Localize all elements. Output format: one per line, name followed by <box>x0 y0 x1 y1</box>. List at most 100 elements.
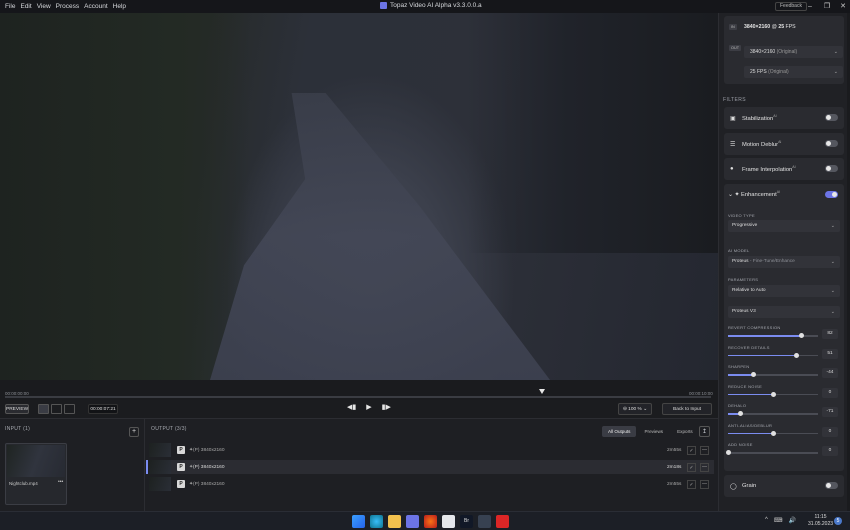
frame-interpolation-toggle[interactable] <box>825 165 838 172</box>
slider-knob[interactable] <box>770 391 776 397</box>
enhancement-toggle[interactable] <box>825 191 838 198</box>
more-icon[interactable]: — <box>700 479 709 489</box>
stabilization-icon: ▣ <box>730 115 736 122</box>
more-icon[interactable]: — <box>700 445 709 455</box>
split-view-icon[interactable] <box>51 404 62 414</box>
slider-value-field[interactable]: 0 <box>822 446 838 456</box>
video-preview[interactable] <box>0 13 718 380</box>
enhancement-header[interactable]: ⌄ ✦ EnhancementAI <box>728 190 780 198</box>
grain-toggle[interactable] <box>825 482 838 489</box>
file-menu-icon[interactable]: ••• <box>58 479 63 485</box>
filter-stabilization[interactable]: ▣ StabilizationAI <box>724 107 844 129</box>
close-icon[interactable]: ✕ <box>838 2 848 11</box>
slider-value-field[interactable]: 82 <box>822 329 838 339</box>
slider-value-field[interactable]: 0 <box>822 426 838 437</box>
document-icon[interactable] <box>442 515 455 528</box>
slider-value-field[interactable]: -71 <box>822 407 838 417</box>
filter-grain[interactable]: ◯ Grain <box>724 475 844 497</box>
output-row[interactable]: P ✦ (P) 3840x2160 2m55s ✓ — <box>149 477 714 491</box>
firefox-icon[interactable] <box>424 515 437 528</box>
menu-view[interactable]: View <box>37 3 51 10</box>
maximize-icon[interactable]: ❐ <box>822 2 832 11</box>
clock[interactable]: 11:15 31.05.2023 <box>808 514 833 528</box>
slider-track[interactable] <box>728 391 818 397</box>
keyboard-icon[interactable]: ⌨ <box>774 517 783 524</box>
slider-fill <box>728 432 773 434</box>
media-app-icon[interactable] <box>496 515 509 528</box>
preview-button[interactable]: PREVIEW <box>5 404 29 414</box>
filters-label: FILTERS <box>723 97 746 103</box>
chevron-down-icon[interactable]: ⌄ <box>728 192 733 198</box>
menu-edit[interactable]: Edit <box>20 3 31 10</box>
slider-track[interactable] <box>725 450 818 455</box>
timeline-track[interactable] <box>5 396 711 398</box>
more-icon[interactable]: — <box>700 462 709 472</box>
output-thumbnail <box>149 443 171 457</box>
edge-browser-icon[interactable] <box>370 515 383 528</box>
back-to-input-button[interactable]: Back to Input <box>662 403 712 415</box>
timeline[interactable]: 00:00:00:00 00:00:10:00 <box>0 380 718 400</box>
slider-knob[interactable] <box>725 450 731 455</box>
timecode-field[interactable]: 00:00:07:21 <box>88 404 118 414</box>
tab-previews[interactable]: Previews <box>638 426 669 437</box>
tray-overflow-icon[interactable]: ^ <box>765 517 768 524</box>
output-thumbnail <box>149 477 171 491</box>
output-resolution-select[interactable]: 3840×2160 (Original) ⌄ <box>744 46 843 58</box>
slider-track[interactable] <box>728 411 818 416</box>
tab-exports[interactable]: Exports <box>671 426 699 437</box>
parameters-mode-select[interactable]: Relative to Auto ⌄ <box>728 285 840 297</box>
slider-value-field[interactable]: 0 <box>822 387 838 398</box>
step-back-icon[interactable]: ◀▮ <box>347 403 356 411</box>
bridge-app-icon[interactable]: Br <box>460 515 473 528</box>
slider-track[interactable] <box>728 430 818 436</box>
slider-value-field[interactable]: 51 <box>822 348 838 359</box>
slider-fill <box>728 335 802 337</box>
slider-track[interactable] <box>728 372 818 377</box>
slider-track[interactable] <box>728 352 818 358</box>
output-row[interactable]: P ✦ (P) 3840x2160 2m18s ✓ — <box>146 460 714 474</box>
slider-value-field[interactable]: -44 <box>822 368 838 378</box>
ai-model-select[interactable]: Proteus - Fine-Tune/Enhance ⌄ <box>728 256 840 268</box>
check-icon[interactable]: ✓ <box>687 462 696 472</box>
menu-account[interactable]: Account <box>84 3 108 10</box>
feedback-button[interactable]: Feedback <box>775 2 807 11</box>
file-explorer-icon[interactable] <box>388 515 401 528</box>
export-icon[interactable]: ↥ <box>699 426 710 437</box>
input-file-card[interactable]: Nightclub.mp4 ••• <box>5 443 67 505</box>
volume-icon[interactable]: 🔊 <box>789 517 796 524</box>
output-fps-select[interactable]: 25 FPS (Original) ⌄ <box>744 66 843 78</box>
zoom-select[interactable]: ⊖ 100 % ⌄ <box>618 403 652 415</box>
video-type-select[interactable]: Progressive ⌄ <box>728 220 840 232</box>
menu-help[interactable]: Help <box>113 3 126 10</box>
output-row[interactable]: P ✦ (P) 3840x2160 2m55s ✓ — <box>149 443 714 457</box>
notification-badge[interactable]: 5 <box>834 517 842 525</box>
output-label: (P) 3840x2160 <box>193 447 225 453</box>
slider-track[interactable] <box>728 333 818 338</box>
parameters-version-select[interactable]: Proteus V3 ⌄ <box>728 306 840 318</box>
menu-file[interactable]: File <box>5 3 15 10</box>
playhead-icon[interactable] <box>538 389 545 394</box>
windows-start-icon[interactable] <box>352 515 365 528</box>
slider-knob[interactable] <box>799 333 805 338</box>
minimize-icon[interactable]: – <box>805 2 815 11</box>
play-icon[interactable]: ▶ <box>366 403 371 411</box>
single-view-icon[interactable] <box>38 404 49 414</box>
filter-motion-deblur[interactable]: ☰ Motion DeblurAI <box>724 133 844 155</box>
filter-label: Frame InterpolationAI <box>742 165 796 173</box>
terminal-icon[interactable] <box>478 515 491 528</box>
slider-knob[interactable] <box>770 430 776 436</box>
side-by-side-view-icon[interactable] <box>64 404 75 414</box>
check-icon[interactable]: ✓ <box>687 445 696 455</box>
stabilization-toggle[interactable] <box>825 114 838 121</box>
tab-all-outputs[interactable]: All Outputs <box>602 426 637 437</box>
slider-knob[interactable] <box>738 411 744 416</box>
step-forward-icon[interactable]: ▮▶ <box>382 403 391 411</box>
slider-knob[interactable] <box>793 352 799 358</box>
check-icon[interactable]: ✓ <box>687 479 696 489</box>
filter-frame-interpolation[interactable]: ● Frame InterpolationAI <box>724 158 844 180</box>
motion-deblur-toggle[interactable] <box>825 140 838 147</box>
topaz-app-icon[interactable] <box>406 515 419 528</box>
slider-knob[interactable] <box>750 372 756 377</box>
menu-process[interactable]: Process <box>56 3 79 10</box>
add-input-button[interactable]: + <box>129 427 139 437</box>
